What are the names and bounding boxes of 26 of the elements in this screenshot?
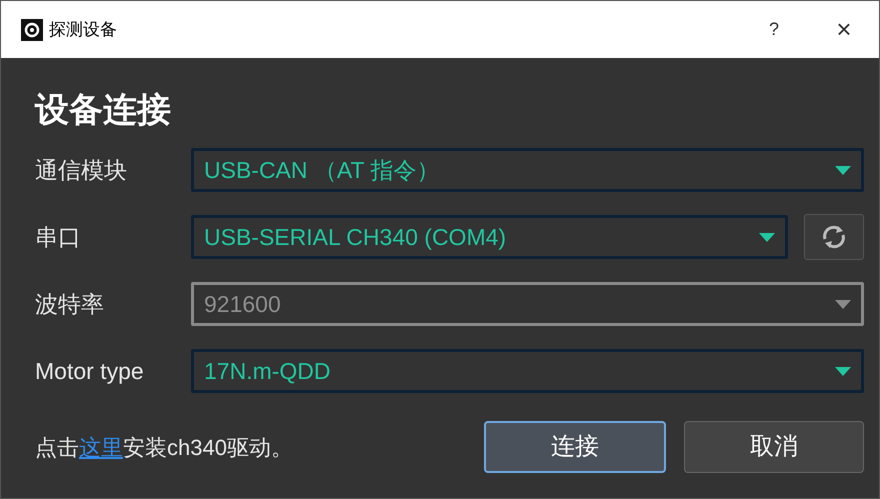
dropdown-field[interactable]: 17N.m-QDD [191, 349, 864, 393]
dropdown-value: 921600 [204, 290, 282, 319]
help-button[interactable]: ? [759, 16, 789, 43]
dropdown-arrow-icon [835, 366, 851, 376]
dropdown-value: USB-CAN （AT 指令） [204, 156, 441, 185]
field-label: Motor type [35, 356, 145, 386]
dialog-heading: 设备连接 [35, 90, 172, 131]
refresh-button[interactable] [804, 214, 864, 260]
window-title: 探测设备 [49, 18, 117, 41]
dropdown-field[interactable]: USB-CAN （AT 指令） [191, 148, 864, 192]
dropdown-arrow-icon [835, 300, 851, 308]
dialog-button[interactable]: 连接 [484, 421, 666, 473]
dropdown-arrow-icon [759, 232, 775, 242]
install-hint: 点击这里安装ch340驱动。 [35, 434, 294, 462]
app-logo-icon [21, 18, 43, 40]
refresh-icon [821, 224, 847, 250]
dropdown-value: 17N.m-QDD [204, 356, 332, 386]
close-button[interactable]: × [829, 10, 859, 49]
field-label: 波特率 [35, 290, 105, 319]
dropdown-field[interactable]: USB-SERIAL CH340 (COM4) [191, 215, 788, 259]
field-label: 串口 [35, 222, 82, 252]
dialog-button[interactable]: 取消 [684, 421, 864, 473]
driver-link[interactable]: 这里 [79, 434, 123, 460]
field-label: 通信模块 [35, 156, 128, 185]
dropdown-value: USB-SERIAL CH340 (COM4) [204, 222, 508, 252]
dropdown-arrow-icon [835, 166, 851, 174]
